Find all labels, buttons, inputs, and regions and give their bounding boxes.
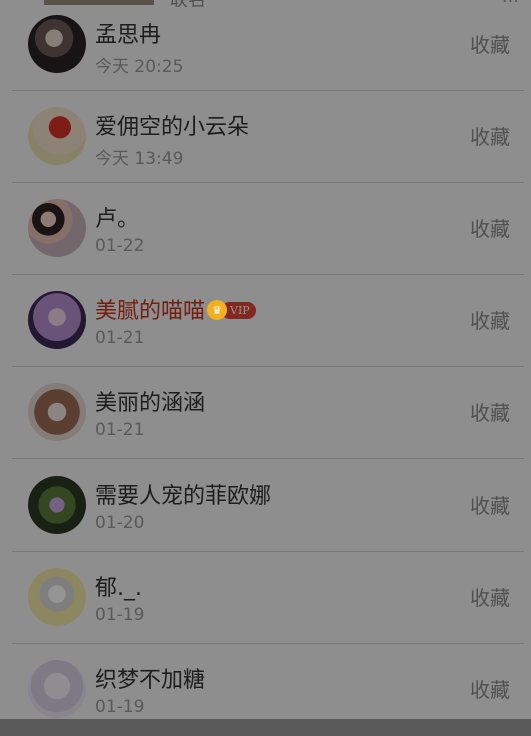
favorite-button[interactable]: 收藏 bbox=[470, 490, 510, 519]
list-item[interactable]: 卢。 01-22 收藏 bbox=[12, 183, 524, 275]
avatar[interactable] bbox=[28, 568, 86, 626]
avatar[interactable] bbox=[28, 199, 86, 257]
list-item[interactable]: 郁._. 01-19 收藏 bbox=[12, 552, 524, 644]
avatar[interactable] bbox=[28, 383, 86, 441]
favorite-button[interactable]: 收藏 bbox=[470, 213, 510, 242]
avatar[interactable] bbox=[28, 107, 86, 165]
timestamp: 01-20 bbox=[95, 513, 145, 533]
vip-badge: ♛ VIP bbox=[207, 300, 256, 320]
user-name[interactable]: 织梦不加糖 bbox=[95, 662, 205, 694]
crown-icon: ♛ bbox=[207, 300, 228, 320]
user-name[interactable]: 需要人宠的菲欧娜 bbox=[95, 478, 271, 510]
user-name[interactable]: 美丽的涵涵 bbox=[95, 385, 205, 417]
user-name[interactable]: 卢。 bbox=[95, 201, 139, 233]
timestamp: 01-21 bbox=[95, 328, 145, 348]
timestamp: 今天 20:25 bbox=[95, 57, 184, 77]
user-name[interactable]: 孟思冉 bbox=[95, 17, 161, 49]
list-item[interactable]: 美丽的涵涵 01-21 收藏 bbox=[12, 367, 524, 459]
favorite-button[interactable]: 收藏 bbox=[470, 305, 510, 334]
user-name-text: 美腻的喵喵 bbox=[95, 299, 206, 324]
avatar[interactable] bbox=[28, 660, 86, 718]
screen: 联名 ... 孟思冉 今天 20:25 收藏 爱佣空的小云朵 今天 13:49 … bbox=[0, 0, 531, 719]
timestamp: 01-22 bbox=[95, 236, 145, 256]
user-name[interactable]: 爱佣空的小云朵 bbox=[95, 109, 249, 141]
list-item[interactable]: 织梦不加糖 01-19 收藏 bbox=[12, 644, 524, 736]
user-name[interactable]: 美腻的喵喵 ♛ VIP bbox=[95, 293, 256, 325]
avatar[interactable] bbox=[28, 291, 86, 349]
timestamp: 01-19 bbox=[95, 605, 145, 625]
avatar[interactable] bbox=[28, 476, 86, 534]
avatar[interactable] bbox=[28, 15, 86, 73]
timestamp: 今天 13:49 bbox=[95, 149, 184, 169]
favorite-button[interactable]: 收藏 bbox=[470, 582, 510, 611]
favorite-button[interactable]: 收藏 bbox=[470, 29, 510, 58]
user-name[interactable]: 郁._. bbox=[95, 570, 142, 602]
favorite-button[interactable]: 收藏 bbox=[470, 397, 510, 426]
list-item[interactable]: 需要人宠的菲欧娜 01-20 收藏 bbox=[12, 460, 524, 552]
favorite-button[interactable]: 收藏 bbox=[470, 121, 510, 150]
list-item[interactable]: 爱佣空的小云朵 今天 13:49 收藏 bbox=[12, 91, 524, 183]
list-item[interactable]: 美腻的喵喵 ♛ VIP 01-21 收藏 bbox=[12, 275, 524, 367]
timestamp: 01-21 bbox=[95, 420, 145, 440]
list-item[interactable]: 孟思冉 今天 20:25 收藏 bbox=[12, 0, 524, 91]
divider bbox=[12, 458, 524, 459]
timestamp: 01-19 bbox=[95, 697, 145, 717]
favorite-button[interactable]: 收藏 bbox=[470, 674, 510, 703]
